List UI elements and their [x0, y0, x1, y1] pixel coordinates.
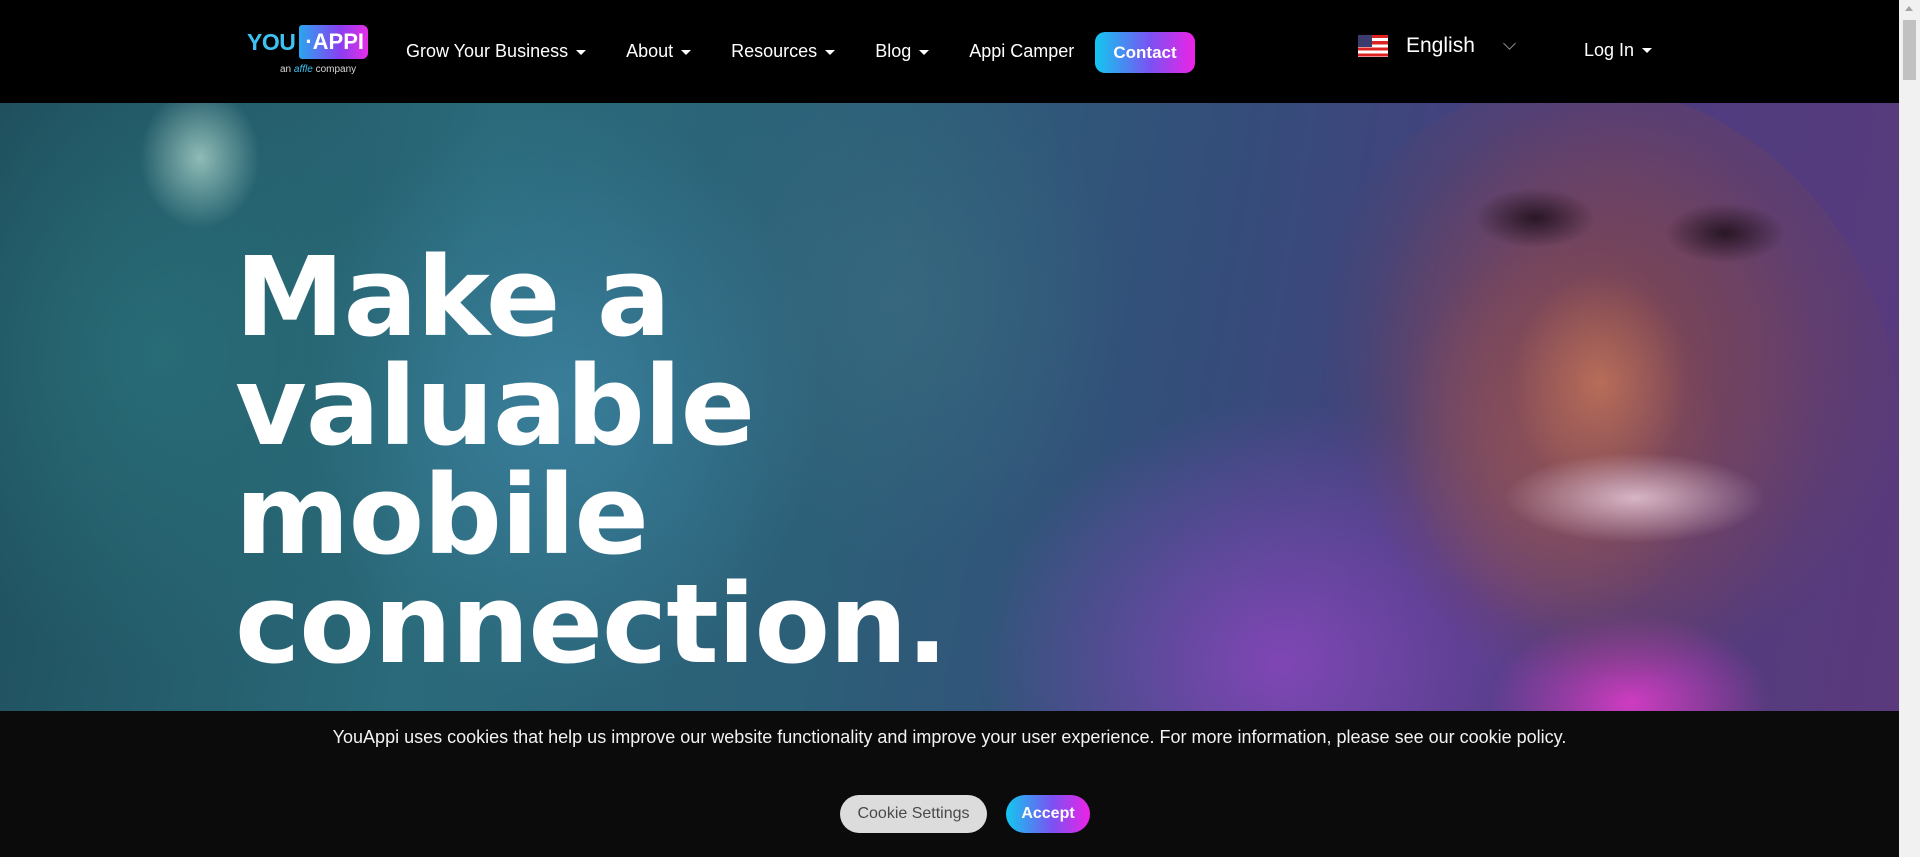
hero-image-woman-smiling: [1300, 103, 1899, 713]
cookie-banner: YouAppi uses cookies that help us improv…: [0, 711, 1899, 857]
nav-item-appi-camper[interactable]: Appi Camper: [969, 41, 1074, 62]
main-nav: Grow Your Business About Resources Blog …: [406, 0, 1094, 103]
nav-item-blog[interactable]: Blog: [875, 41, 930, 62]
logo-tagline-prefix: an: [280, 64, 292, 75]
nav-item-label: Appi Camper: [969, 41, 1075, 61]
caret-down-icon: [825, 49, 836, 55]
caret-down-icon: [919, 49, 930, 55]
login-label: Log In: [1584, 40, 1635, 60]
hero-section: Make a valuable mobile connection.: [0, 103, 1899, 713]
nav-item-about[interactable]: About: [626, 41, 692, 62]
caret-down-icon: [681, 49, 692, 55]
cookie-settings-button[interactable]: Cookie Settings: [840, 795, 987, 833]
nav-item-resources[interactable]: Resources: [731, 41, 836, 62]
logo-tagline-suffix: company: [315, 64, 357, 75]
hero-headline-line: connection.: [235, 560, 948, 688]
nav-item-label: Grow Your Business: [406, 41, 569, 61]
logo-tagline: an affle company: [280, 64, 356, 75]
nav-item-grow-your-business[interactable]: Grow Your Business: [406, 41, 587, 62]
us-flag-icon: [1358, 35, 1388, 57]
logo-appi-text: ·APPI: [305, 29, 365, 54]
caret-down-icon: [1642, 48, 1653, 53]
hero-headline: Make a valuable mobile connection.: [235, 242, 948, 679]
login-menu[interactable]: Log In: [1584, 40, 1653, 61]
cookie-accept-button[interactable]: Accept: [1006, 795, 1090, 833]
contact-button[interactable]: Contact: [1095, 32, 1195, 73]
logo-wordmark: YOU ·APPI: [245, 24, 369, 60]
youappi-logo[interactable]: YOU ·APPI an affle company: [245, 24, 370, 80]
chevron-down-icon: [1503, 36, 1516, 50]
cookie-banner-text: YouAppi uses cookies that help us improv…: [332, 727, 1567, 747]
logo-tagline-affle: affle: [293, 64, 313, 75]
nav-item-label: Blog: [875, 41, 912, 61]
caret-down-icon: [576, 49, 587, 55]
language-label: English: [1406, 34, 1475, 57]
page-scrollbar[interactable]: [1899, 0, 1920, 857]
site-header: YOU ·APPI an affle company Grow Your Bus…: [0, 0, 1899, 103]
nav-item-label: About: [626, 41, 674, 61]
language-selector[interactable]: English: [1358, 34, 1516, 58]
scrollbar-thumb[interactable]: [1903, 20, 1916, 80]
logo-appi-badge: ·APPI: [299, 25, 369, 59]
logo-you-text: YOU: [247, 28, 296, 55]
nav-item-label: Resources: [731, 41, 818, 61]
scroll-up-arrow-icon[interactable]: [1905, 6, 1913, 11]
